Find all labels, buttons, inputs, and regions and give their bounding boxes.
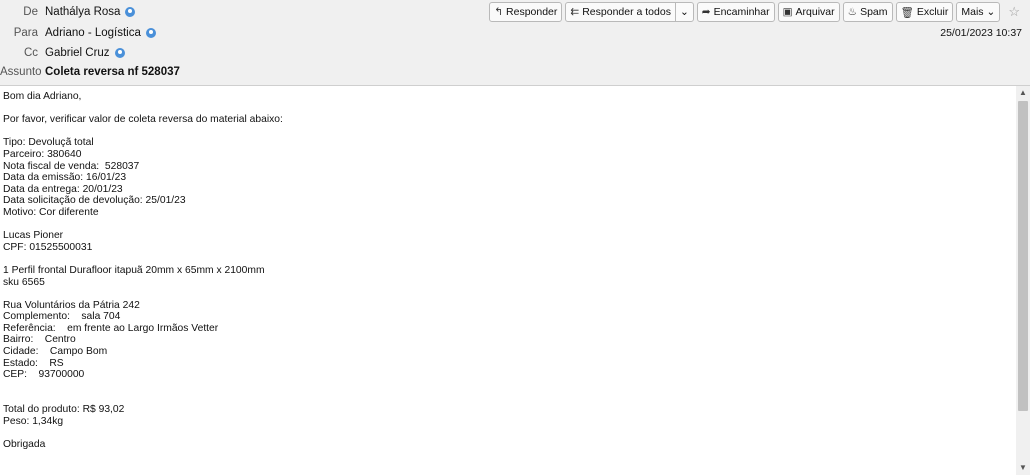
message-toolbar: ↰ Responder ⇇ Responder a todos ⌄ ➦ Enca… — [486, 2, 1020, 22]
body-line: Obrigada — [3, 438, 46, 450]
body-line — [3, 288, 1013, 300]
reply-all-dropdown[interactable]: ⌄ — [676, 3, 693, 21]
from-label: De — [23, 6, 38, 18]
contact-icon[interactable] — [145, 28, 156, 38]
to-label: Para — [13, 27, 38, 39]
scroll-up-icon[interactable]: ▲ — [1016, 86, 1030, 100]
forward-icon: ➦ — [701, 6, 711, 18]
delete-button[interactable]: 🗑 Excluir — [895, 2, 954, 22]
body-line: Tipo: Devoluçã total — [3, 137, 94, 149]
body-line: Data da entrega: 20/01/23 — [3, 183, 123, 195]
archive-button[interactable]: ▣ Arquivar — [777, 2, 840, 22]
body-line: CEP: 93700000 — [3, 369, 85, 381]
more-button[interactable]: Mais ⌄ — [956, 2, 1001, 22]
reply-icon: ↰ — [494, 6, 504, 18]
delete-label: Excluir — [916, 6, 949, 18]
body-line: Parceiro: 380640 — [3, 148, 82, 160]
chevron-down-icon: ⌄ — [986, 6, 996, 18]
spam-label: Spam — [860, 6, 888, 18]
reply-all-button[interactable]: ⇇ Responder a todos ⌄ — [565, 2, 694, 22]
body-line: Bom dia Adriano, — [3, 91, 82, 102]
forward-label: Encaminhar — [713, 6, 770, 18]
body-line — [3, 103, 1013, 115]
chevron-down-icon: ⌄ — [679, 6, 689, 18]
subject-row: Assunto Coleta reversa nf 528037 — [0, 63, 180, 81]
from-value[interactable]: Nathálya Rosa — [45, 6, 120, 18]
cc-row: Cc Gabriel Cruz — [0, 44, 125, 62]
reply-all-icon: ⇇ — [570, 6, 580, 18]
cc-value[interactable]: Gabriel Cruz — [45, 47, 110, 59]
body-line: Data da emissão: 16/01/23 — [3, 172, 127, 184]
body-line: sku 6565 — [3, 276, 45, 288]
forward-button[interactable]: ➦ Encaminhar — [696, 2, 775, 22]
message-date: 25/01/2023 10:37 — [940, 27, 1022, 39]
spam-icon: ♨ — [847, 6, 858, 18]
body-line: Estado: RS — [3, 357, 64, 369]
message-body: Bom dia Adriano, Por favor, verificar val… — [3, 91, 1013, 450]
body-line: Referência: em frente ao Largo Irmãos Ve… — [3, 322, 219, 334]
reply-all-main[interactable]: ⇇ Responder a todos — [566, 3, 675, 21]
to-row: Para Adriano - Logística — [0, 24, 156, 42]
body-line: Rua Voluntários da Pátria 242 — [3, 299, 140, 311]
body-line — [3, 219, 1013, 231]
scrollbar-thumb[interactable] — [1018, 101, 1028, 411]
archive-icon: ▣ — [782, 6, 793, 18]
spam-button[interactable]: ♨ Spam — [842, 2, 893, 22]
body-line: Bairro: Centro — [3, 334, 76, 346]
body-line — [3, 392, 1013, 404]
body-line — [3, 381, 1013, 393]
body-line: Peso: 1,34kg — [3, 415, 64, 427]
body-line — [3, 253, 1013, 265]
reply-button[interactable]: ↰ Responder — [489, 2, 563, 22]
body-line — [3, 126, 1013, 138]
contact-icon[interactable] — [125, 7, 136, 17]
body-line: CPF: 01525500031 — [3, 241, 93, 253]
message-header: De Nathálya Rosa Para Adriano - Logístic… — [0, 0, 1030, 86]
body-line: Motivo: Cor diferente — [3, 206, 99, 218]
more-label: Mais — [961, 6, 984, 18]
body-line: Lucas Pioner — [3, 230, 64, 242]
scroll-down-icon[interactable]: ▼ — [1016, 461, 1030, 475]
trash-icon: 🗑 — [900, 6, 914, 19]
body-line: Complemento: sala 704 — [3, 311, 121, 323]
body-line: 1 Perfil frontal Durafloor itapuã 20mm x… — [3, 264, 265, 276]
body-line: Nota fiscal de venda: 528037 — [3, 160, 140, 172]
body-line: Cidade: Campo Bom — [3, 346, 108, 358]
body-line: Total do produto: R$ 93,02 — [3, 404, 125, 416]
reply-all-label: Responder a todos — [582, 6, 671, 18]
archive-label: Arquivar — [795, 6, 835, 18]
reply-label: Responder — [506, 6, 558, 18]
contact-icon[interactable] — [114, 48, 125, 58]
from-row: De Nathálya Rosa — [0, 3, 136, 21]
subject-label: Assunto — [0, 66, 42, 78]
body-line — [3, 427, 1013, 439]
subject-value: Coleta reversa nf 528037 — [45, 66, 180, 78]
body-line: Data solicitação de devolução: 25/01/23 — [3, 195, 186, 207]
cc-label: Cc — [23, 47, 38, 59]
to-value[interactable]: Adriano - Logística — [45, 27, 141, 39]
body-line: Por favor, verificar valor de coleta rev… — [3, 114, 283, 126]
star-icon[interactable]: ☆ — [1008, 4, 1020, 20]
